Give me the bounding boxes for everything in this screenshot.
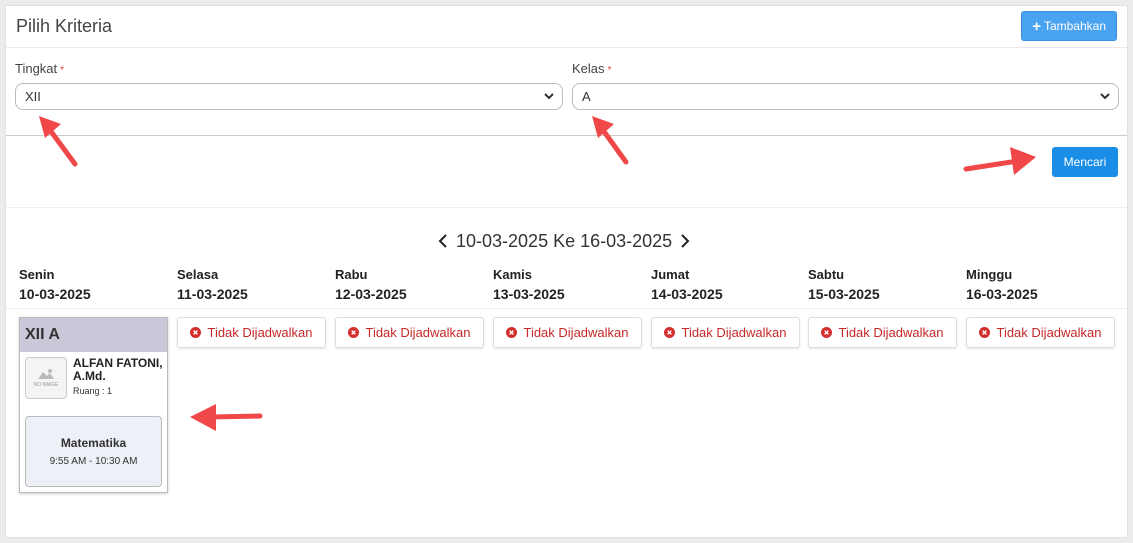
not-scheduled-badge: Tidak Dijadwalkan — [335, 317, 484, 348]
close-circle-icon — [506, 327, 518, 338]
avatar-text: NO IMAGE — [33, 382, 59, 388]
tingkat-select[interactable]: XII — [15, 83, 563, 110]
day-header: Kamis 13-03-2025 — [493, 267, 565, 302]
avatar: NO IMAGE — [25, 357, 67, 399]
not-scheduled-badge: Tidak Dijadwalkan — [651, 317, 800, 348]
divider — [6, 308, 1127, 309]
image-placeholder-icon — [38, 369, 54, 379]
lesson-box[interactable]: Matematika 9:55 AM - 10:30 AM — [25, 416, 162, 487]
annotation-arrow-icon — [963, 147, 1036, 175]
kelas-label: Kelas * — [572, 61, 612, 76]
subject-name: Matematika — [60, 436, 127, 450]
class-name: XII A — [20, 318, 167, 352]
chevron-right-icon — [681, 234, 690, 248]
annotation-arrow-icon — [39, 116, 78, 167]
close-circle-icon — [664, 327, 676, 338]
teacher-name: ALFAN FATONI, A.Md. — [73, 356, 163, 383]
not-scheduled-badge: Tidak Dijadwalkan — [493, 317, 642, 348]
plus-icon: + — [1032, 17, 1041, 35]
add-button[interactable]: + Tambahkan — [1021, 11, 1117, 41]
criteria-panel: Pilih Kriteria + Tambahkan Tingkat * XII … — [5, 5, 1128, 538]
day-header: Jumat 14-03-2025 — [651, 267, 723, 302]
divider — [6, 135, 1127, 136]
next-week-button[interactable] — [678, 232, 692, 250]
add-button-label: Tambahkan — [1043, 19, 1106, 33]
day-header: Minggu 16-03-2025 — [966, 267, 1038, 302]
week-range: 10-03-2025 Ke 16-03-2025 — [436, 230, 692, 252]
close-circle-icon — [190, 327, 202, 338]
required-mark: * — [607, 65, 612, 76]
annotation-arrow-icon — [592, 116, 629, 165]
day-header: Selasa 11-03-2025 — [177, 267, 248, 302]
kelas-select[interactable]: A — [572, 83, 1119, 110]
not-scheduled-badge: Tidak Dijadwalkan — [966, 317, 1115, 348]
close-circle-icon — [348, 327, 360, 338]
room-text: Ruang : 1 — [73, 386, 113, 396]
schedule-card[interactable]: XII A NO IMAGE ALFAN FATONI, A.Md. Ruang… — [19, 317, 168, 493]
lesson-time: 9:55 AM - 10:30 AM — [49, 456, 138, 467]
chevron-left-icon — [438, 234, 447, 248]
not-scheduled-badge: Tidak Dijadwalkan — [177, 317, 326, 348]
close-circle-icon — [821, 327, 833, 338]
chevron-down-icon — [544, 93, 554, 100]
page-title: Pilih Kriteria — [16, 16, 113, 36]
day-header: Rabu 12-03-2025 — [335, 267, 407, 302]
day-header: Sabtu 15-03-2025 — [808, 267, 880, 302]
chevron-down-icon — [1100, 93, 1110, 100]
search-button[interactable]: Mencari — [1052, 147, 1118, 177]
panel-header: Pilih Kriteria + Tambahkan — [6, 6, 1127, 48]
week-range-text: 10-03-2025 Ke 16-03-2025 — [456, 230, 673, 251]
tingkat-value: XII — [25, 89, 41, 104]
prev-week-button[interactable] — [436, 232, 450, 250]
tingkat-label: Tingkat * — [15, 61, 65, 76]
day-header: Senin 10-03-2025 — [19, 267, 91, 302]
close-circle-icon — [979, 327, 991, 338]
annotation-arrow-icon — [190, 404, 263, 431]
divider — [6, 207, 1127, 208]
kelas-value: A — [582, 89, 591, 104]
not-scheduled-badge: Tidak Dijadwalkan — [808, 317, 957, 348]
required-mark: * — [60, 65, 65, 76]
